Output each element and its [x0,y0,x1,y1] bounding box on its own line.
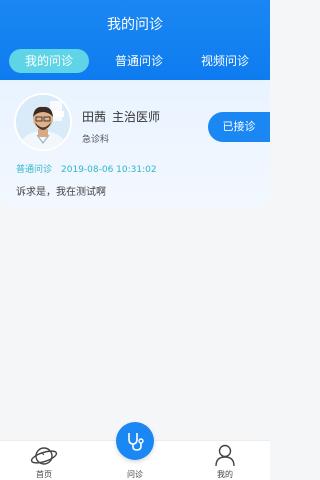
tabbar-label-consult: 问诊 [127,470,143,479]
page-title: 我的问诊 [107,17,163,33]
tab-my-consultations[interactable]: 我的问诊 [9,49,89,73]
app-header: 我的问诊 我的问诊 普通问诊 视频问诊 [0,0,270,80]
user-icon [215,444,235,467]
doctor-avatar-photo [16,95,70,149]
doctor-name: 田茜 [82,110,107,124]
tabbar-item-home[interactable]: 首页 [14,441,74,480]
accepted-status-button[interactable]: 已接诊 [208,112,270,142]
consultation-complaint: 诉求是，我在测试啊 [16,187,106,198]
tab-regular-consultation[interactable]: 普通问诊 [103,49,175,73]
tabbar-label-me: 我的 [217,470,233,479]
tab-video-consultation[interactable]: 视频问诊 [189,49,261,73]
doctor-department: 急诊科 [82,135,110,145]
consultation-time: 2019-08-06 10:31:02 [61,165,157,175]
tabbar-label-home: 首页 [36,470,52,479]
consult-center-button[interactable] [116,422,154,460]
doctor-title: 主治医师 [112,110,161,124]
consultation-card[interactable]: 田茜 主治医师 急诊科 已接诊 普通问诊 2019-08-06 10:31:02 诉… [0,80,270,208]
doctor-info: 田茜 主治医师 [82,108,160,125]
doctor-avatar [14,93,72,151]
planet-icon [30,447,58,465]
consultation-meta: 普通问诊 2019-08-06 10:31:02 [16,162,157,175]
consult-type-tabs: 我的问诊 普通问诊 视频问诊 [0,46,270,76]
consultation-type: 普通问诊 [16,165,53,175]
tabbar-item-me[interactable]: 我的 [195,441,255,480]
stethoscope-icon [128,433,144,451]
